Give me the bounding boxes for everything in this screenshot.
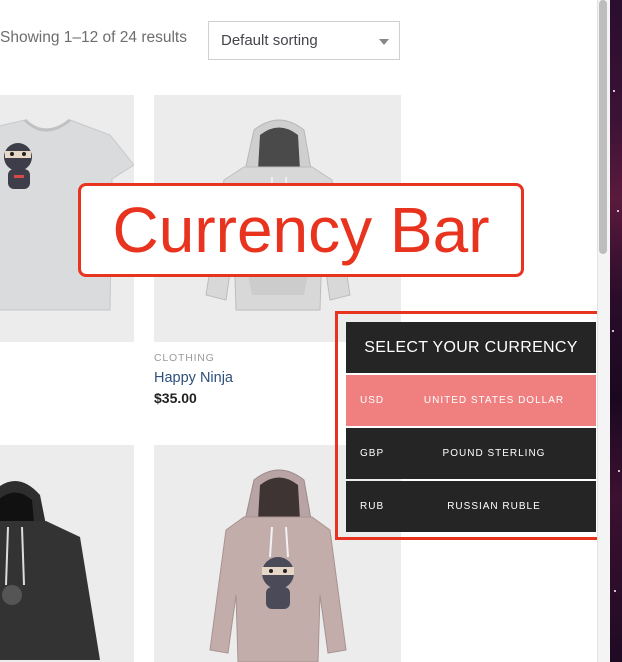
currency-code: RUB (360, 501, 385, 512)
currency-name: RUSSIAN RUBLE (447, 501, 541, 512)
currency-name: UNITED STATES DOLLAR (423, 395, 565, 406)
currency-name: POUND STERLING (442, 448, 546, 459)
sorting-select-value: Default sorting (221, 32, 318, 49)
product-category: CLOTHING (154, 352, 215, 364)
currency-option-rub[interactable]: RUB RUSSIAN RUBLE (346, 481, 596, 532)
currency-code: GBP (360, 448, 385, 459)
chevron-down-icon (379, 39, 389, 45)
product-price: $35.00 (154, 390, 197, 406)
product-title-link[interactable]: Happy Ninja (154, 370, 233, 386)
currency-bar: SELECT YOUR CURRENCY USD UNITED STATES D… (346, 322, 596, 532)
currency-bar-title: SELECT YOUR CURRENCY (346, 322, 596, 373)
sorting-select[interactable]: Default sorting (208, 21, 400, 60)
currency-option-usd[interactable]: USD UNITED STATES DOLLAR (346, 375, 596, 426)
currency-option-gbp[interactable]: GBP POUND STERLING (346, 428, 596, 479)
product-image-black-hoodie[interactable] (0, 445, 134, 662)
currency-code: USD (360, 395, 385, 406)
scrollbar-thumb[interactable] (599, 0, 607, 254)
result-count: Showing 1–12 of 24 results (0, 29, 187, 46)
desktop-background (610, 0, 622, 662)
callout-annotation: Currency Bar (78, 183, 524, 277)
